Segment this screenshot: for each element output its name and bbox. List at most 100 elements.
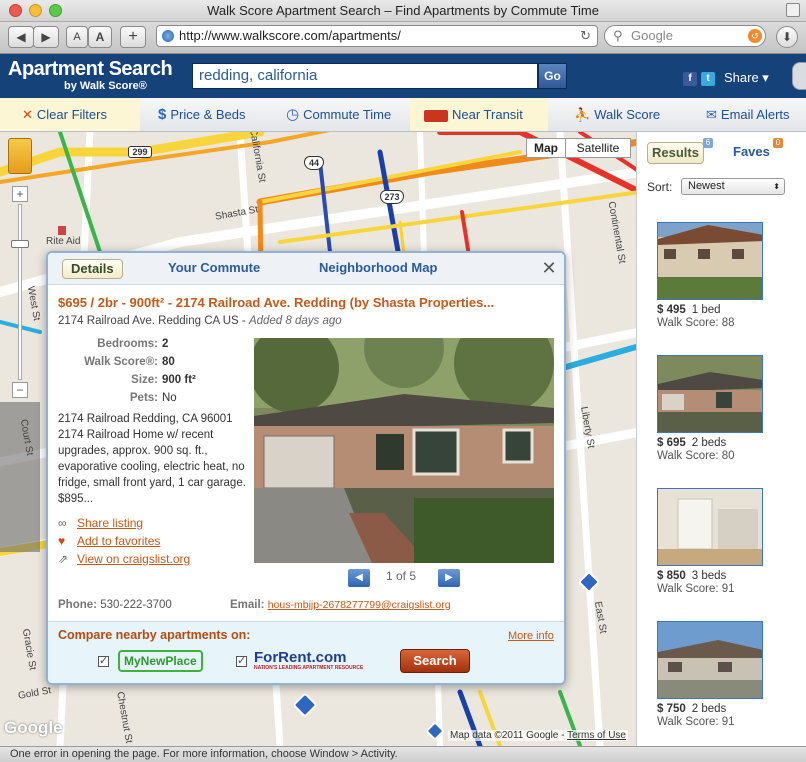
- reload-icon[interactable]: ↻: [580, 26, 591, 46]
- photo-pager: 1 of 5: [386, 569, 417, 583]
- go-button[interactable]: Go: [538, 63, 567, 89]
- link-icon: ∞: [58, 516, 67, 530]
- x-icon: ✕: [22, 107, 33, 122]
- forrent-logo[interactable]: ForRent.com NATION'S LEADING APARTMENT R…: [254, 650, 363, 671]
- listing-beds: 1 bed: [691, 304, 721, 316]
- listing-title: $695 / 2br - 900ft² - 2174 Railroad Ave.…: [58, 295, 495, 310]
- near-transit-filter[interactable]: Near Transit: [410, 98, 548, 131]
- map-view-button[interactable]: Map: [526, 138, 566, 158]
- forrent-checkbox[interactable]: ✓: [236, 656, 247, 667]
- zoom-out-button[interactable]: −: [12, 382, 28, 398]
- prev-photo-button[interactable]: ◀: [348, 569, 370, 587]
- fact-size-value: 900 ft²: [162, 374, 196, 386]
- listing-card[interactable]: $ 850 3 beds Walk Score: 91: [657, 488, 767, 595]
- facebook-icon[interactable]: f: [683, 72, 697, 86]
- more-info-link[interactable]: More info: [508, 630, 554, 642]
- user-avatar[interactable]: [792, 62, 806, 90]
- attribution-text: Map data ©2011 Google: [450, 730, 559, 741]
- twitter-icon[interactable]: t: [701, 72, 715, 86]
- location-search-input[interactable]: redding, california: [192, 63, 538, 89]
- external-link-icon: ⇗: [58, 552, 69, 566]
- listing-thumbnail[interactable]: [657, 355, 763, 433]
- close-icon[interactable]: ✕: [540, 259, 558, 277]
- add-to-favorites-link[interactable]: ♥ Add to favorites: [58, 534, 160, 548]
- listing-card[interactable]: $ 750 2 beds Walk Score: 91: [657, 621, 767, 728]
- listing-price-beds: $ 695 2 beds: [657, 437, 767, 449]
- satellite-view-button[interactable]: Satellite: [565, 138, 631, 158]
- view-on-craigslist-link[interactable]: ⇗ View on craigslist.org: [58, 552, 190, 566]
- listing-walk-score: Walk Score: 88: [657, 317, 735, 329]
- pegman-icon[interactable]: [8, 138, 32, 174]
- tab-neighborhood-map[interactable]: Neighborhood Map: [319, 259, 437, 279]
- downloads-button[interactable]: ⬇: [776, 26, 798, 48]
- phone-value: 530-222-3700: [100, 599, 172, 611]
- site-logo-subtitle: by Walk Score®: [64, 80, 147, 92]
- text-smaller-button[interactable]: A: [66, 26, 88, 48]
- results-count-badge: 6: [703, 138, 713, 148]
- fullscreen-icon[interactable]: [786, 3, 800, 17]
- search-clear-icon[interactable]: ↺: [748, 29, 762, 43]
- listing-beds: 2 beds: [691, 437, 727, 449]
- sort-label: Sort:: [647, 180, 673, 194]
- mynewplace-checkbox[interactable]: ✓: [98, 656, 109, 667]
- tab-details[interactable]: Details: [62, 259, 123, 279]
- terms-of-use-link[interactable]: Terms of Use: [567, 730, 626, 741]
- fact-label: Walk Score®:: [84, 356, 158, 368]
- next-photo-button[interactable]: ▶: [438, 569, 460, 587]
- fact-bedrooms: Bedrooms:: [58, 338, 158, 354]
- listing-beds: 3 beds: [691, 570, 727, 582]
- text-larger-button[interactable]: A: [88, 26, 112, 48]
- listing-card[interactable]: $ 495 1 bed Walk Score: 88: [657, 222, 767, 329]
- forrent-label: ForRent.com: [254, 649, 347, 666]
- clear-filters-button[interactable]: ✕ Clear Filters: [0, 98, 140, 131]
- minimize-window-button[interactable]: [29, 4, 42, 17]
- email-info: Email: hous-mbjjp-2678277799@craigslist.…: [230, 599, 451, 611]
- site-logo[interactable]: Apartment Search: [8, 58, 173, 81]
- fact-walk-score: Walk Score®:: [58, 356, 158, 372]
- walk-score-filter[interactable]: ⛹ Walk Score: [574, 98, 660, 131]
- price-beds-label: Price & Beds: [170, 107, 246, 122]
- heart-icon: ♥: [58, 534, 66, 548]
- listing-thumbnail[interactable]: [657, 488, 763, 566]
- share-listing-link[interactable]: ∞ Share listing: [58, 516, 143, 530]
- url-text: http://www.walkscore.com/apartments/: [179, 28, 401, 43]
- select-arrows-icon: ⬍: [773, 182, 780, 191]
- fact-label: Pets:: [129, 392, 158, 404]
- fact-value: No: [162, 392, 177, 404]
- clear-filters-label: Clear Filters: [36, 107, 107, 122]
- sort-select[interactable]: Newest ⬍: [681, 178, 785, 195]
- email-link[interactable]: hous-mbjjp-2678277799@craigslist.org: [268, 599, 451, 611]
- stopwatch-icon: ◷: [286, 106, 300, 123]
- url-bar[interactable]: http://www.walkscore.com/apartments/ ↻: [156, 25, 598, 47]
- zoom-window-button[interactable]: [49, 4, 62, 17]
- tab-faves[interactable]: Faves: [733, 142, 770, 164]
- forward-button[interactable]: ▶: [33, 26, 59, 48]
- zoom-in-button[interactable]: +: [12, 186, 28, 202]
- fact-bedrooms-value: 2: [162, 338, 168, 350]
- listing-photo[interactable]: [254, 338, 554, 563]
- close-window-button[interactable]: [9, 4, 22, 17]
- compare-search-button[interactable]: Search: [400, 649, 470, 673]
- back-button[interactable]: ◀: [8, 26, 34, 48]
- zoom-slider-handle[interactable]: [11, 240, 29, 248]
- listing-card[interactable]: $ 695 2 beds Walk Score: 80: [657, 355, 767, 462]
- google-search-input[interactable]: ⚲ Google ↺: [604, 25, 766, 47]
- near-transit-label: Near Transit: [452, 107, 523, 122]
- tab-results[interactable]: Results: [647, 142, 704, 164]
- price-beds-filter[interactable]: $ Price & Beds: [158, 98, 246, 131]
- share-button[interactable]: Share ▾: [724, 70, 769, 86]
- listing-thumbnail[interactable]: [657, 222, 763, 300]
- email-alerts-filter[interactable]: ✉ Email Alerts: [706, 98, 790, 131]
- zoom-slider-track[interactable]: [18, 204, 22, 380]
- mynewplace-logo[interactable]: MyNewPlace: [118, 650, 203, 672]
- tab-your-commute[interactable]: Your Commute: [168, 259, 260, 279]
- popup-tabs: Details Your Commute Neighborhood Map ✕: [48, 253, 564, 285]
- phone-info: Phone: 530-222-3700: [58, 599, 172, 611]
- globe-icon: [162, 30, 174, 42]
- add-bookmark-button[interactable]: +: [120, 26, 146, 48]
- listing-thumbnail[interactable]: [657, 621, 763, 699]
- map-attribution: Map data ©2011 Google - Terms of Use: [448, 730, 628, 741]
- fact-value: 900 ft²: [162, 374, 196, 386]
- commute-time-filter[interactable]: ◷ Commute Time: [286, 98, 391, 131]
- listing-price: $ 495: [657, 304, 686, 316]
